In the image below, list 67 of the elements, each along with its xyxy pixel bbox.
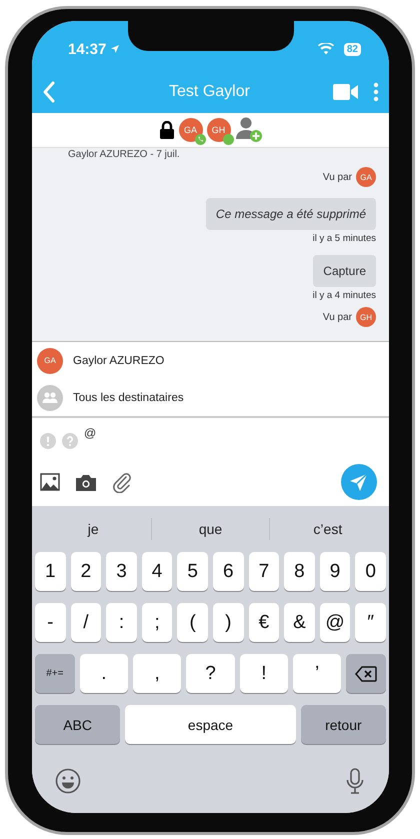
camera-icon[interactable] (76, 474, 96, 490)
location-arrow-icon (110, 44, 120, 54)
conversation-title: Test Gaylor (168, 83, 251, 101)
symbols-key[interactable]: #+= (35, 654, 75, 693)
key[interactable]: ; (142, 603, 172, 642)
seen-by-label: Vu par (322, 172, 352, 182)
key[interactable]: 1 (35, 552, 66, 591)
suggestion[interactable]: je (35, 521, 152, 537)
message-time: il y a 4 minutes (312, 290, 376, 301)
reader-avatar: GH (356, 307, 376, 327)
back-icon[interactable] (42, 81, 56, 103)
group-avatar-icon (37, 384, 63, 410)
mention-option[interactable]: Tous les destinataires (73, 392, 184, 404)
image-icon[interactable] (40, 473, 60, 491)
mention-avatar: GA (37, 348, 63, 374)
message-bubble: Ce message a été supprimé (206, 198, 376, 230)
microphone-icon[interactable] (346, 768, 364, 794)
key[interactable]: 7 (248, 552, 280, 591)
battery-indicator: 82 (344, 42, 361, 56)
backspace-icon (355, 666, 378, 682)
key[interactable]: 5 (177, 552, 208, 591)
key[interactable]: 4 (142, 552, 172, 591)
add-person-icon[interactable] (234, 117, 262, 143)
key[interactable]: ’ (293, 654, 342, 693)
message-sender-date: Gaylor AZUREZO - 7 juil. (68, 149, 180, 161)
video-camera-icon[interactable] (333, 83, 359, 101)
delete-key[interactable] (346, 654, 386, 693)
abc-key[interactable]: ABC (35, 705, 120, 744)
send-button[interactable] (341, 464, 377, 500)
key[interactable]: - (35, 603, 66, 642)
message-input[interactable]: @ (84, 426, 184, 440)
more-options-icon[interactable] (373, 82, 379, 102)
phone-badge-icon (194, 134, 206, 145)
message-time: il y a 5 minutes (312, 233, 376, 244)
key[interactable]: 3 (106, 552, 137, 591)
key[interactable]: , (133, 654, 182, 693)
wifi-icon (318, 43, 334, 55)
suggestion[interactable]: que (152, 521, 269, 537)
key[interactable]: ) (212, 603, 244, 642)
message-bubble: Capture (313, 255, 376, 287)
key[interactable]: 2 (70, 552, 102, 591)
space-key[interactable]: espace (125, 705, 296, 744)
key[interactable]: ( (177, 603, 208, 642)
seen-by-label: Vu par (322, 312, 352, 322)
lock-icon (158, 121, 174, 139)
status-time: 14:37 (68, 40, 106, 58)
mention-option[interactable]: Gaylor AZUREZO (73, 354, 164, 366)
online-dot-icon (222, 134, 234, 145)
key[interactable]: 8 (284, 552, 315, 591)
key[interactable]: 6 (212, 552, 244, 591)
key[interactable]: : (106, 603, 137, 642)
key[interactable]: ? (186, 654, 235, 693)
key[interactable]: / (70, 603, 102, 642)
key[interactable]: 9 (320, 552, 350, 591)
reader-avatar: GA (356, 167, 376, 187)
key[interactable]: . (80, 654, 128, 693)
suggestion[interactable]: c’est (270, 521, 386, 537)
return-key[interactable]: retour (300, 705, 386, 744)
key[interactable]: @ (320, 603, 350, 642)
paper-plane-icon (349, 472, 369, 492)
key[interactable]: 0 (355, 552, 386, 591)
key[interactable]: & (284, 603, 315, 642)
paperclip-icon[interactable] (112, 471, 132, 493)
key[interactable]: € (248, 603, 280, 642)
emoji-icon[interactable] (55, 768, 81, 794)
key[interactable]: ″ (355, 603, 386, 642)
key[interactable]: ! (240, 654, 288, 693)
